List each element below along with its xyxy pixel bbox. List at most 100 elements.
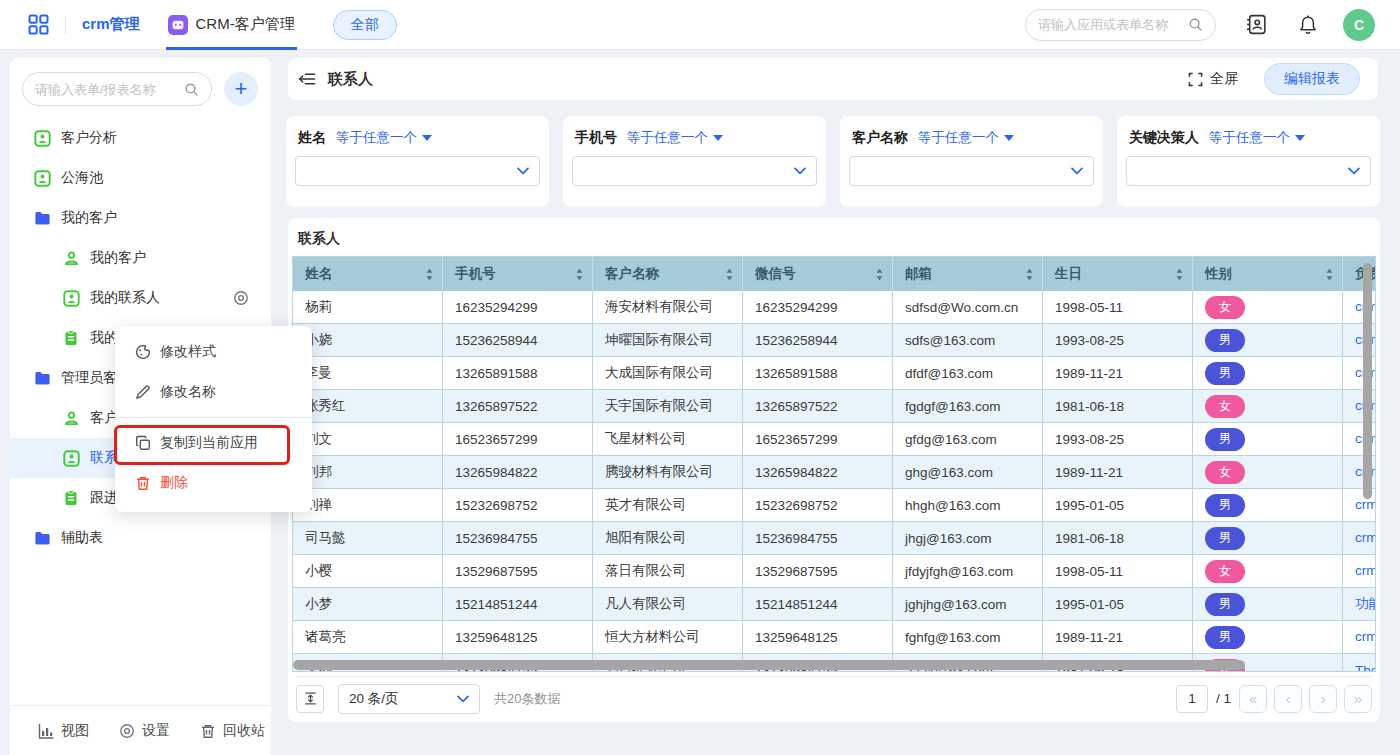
sidebar-item[interactable]: 我的客户: [10, 198, 271, 238]
add-form-button[interactable]: +: [224, 72, 258, 106]
prev-page-button[interactable]: ‹: [1274, 685, 1302, 713]
column-header[interactable]: 姓名: [293, 257, 443, 291]
folder-icon: [34, 370, 51, 387]
cell-owner[interactable]: crm管理员: [1343, 621, 1376, 653]
cell-wechat: 15232698752: [743, 489, 893, 521]
table-row[interactable]: 诸葛亮13259648125恒大方材料公司13259648125fghfg@16…: [293, 621, 1375, 654]
table-row[interactable]: 李曼13265891588大成国际有限公司13265891588dfdf@163…: [293, 357, 1375, 390]
cell-name: 诸葛亮: [293, 621, 443, 653]
cell-company: 旭阳有限公司: [593, 522, 743, 554]
column-header[interactable]: 生日: [1043, 257, 1193, 291]
column-header[interactable]: 微信号: [743, 257, 893, 291]
filter-value-select[interactable]: [295, 156, 540, 186]
sidebar-search-input[interactable]: [35, 82, 184, 97]
context-menu-item[interactable]: 删除: [115, 463, 312, 503]
filter-operator-dropdown[interactable]: 等于任意一个: [336, 129, 432, 147]
sidebar-footer-item[interactable]: 视图: [38, 722, 89, 740]
column-header[interactable]: 手机号: [443, 257, 593, 291]
filter-operator-dropdown[interactable]: 等于任意一个: [627, 129, 723, 147]
page-size-select[interactable]: 20 条/页: [338, 684, 480, 714]
fullscreen-button[interactable]: 全屏: [1188, 70, 1238, 88]
table-row[interactable]: 刘禅15232698752英才有限公司15232698752hhgh@163.c…: [293, 489, 1375, 522]
cell-owner[interactable]: crm管理员: [1343, 522, 1376, 554]
sort-icon[interactable]: [725, 268, 734, 281]
cell-wechat: 13265897522: [743, 390, 893, 422]
cell-email: jhgj@163.com: [893, 522, 1043, 554]
brand-link[interactable]: crm管理: [82, 15, 140, 34]
filter-value-select[interactable]: [572, 156, 817, 186]
filter-value-select[interactable]: [1126, 156, 1371, 186]
person-icon: [63, 250, 80, 267]
table-row[interactable]: 小梦15214851244凡人有限公司15214851244jghjhg@163…: [293, 588, 1375, 621]
page-number-input[interactable]: 1: [1176, 685, 1208, 713]
table-row[interactable]: 司马懿15236984755旭阳有限公司15236984755jhgj@163.…: [293, 522, 1375, 555]
item-settings-gear-icon[interactable]: [233, 290, 249, 306]
cell-email: jfdyjfgh@163.com: [893, 555, 1043, 587]
sidebar-search[interactable]: [22, 72, 212, 106]
column-header[interactable]: 客户名称: [593, 257, 743, 291]
table-row[interactable]: 刘文16523657299飞星材料公司16523657299gfdg@163.c…: [293, 423, 1375, 456]
cell-owner[interactable]: 功能测试: [1343, 588, 1376, 620]
collapse-sidebar-icon[interactable]: [298, 70, 316, 88]
sort-icon[interactable]: [1025, 268, 1034, 281]
vertical-scrollbar[interactable]: [1363, 263, 1372, 499]
total-count-label: 共20条数据: [494, 690, 560, 708]
cell-company: 天宇国际有限公司: [593, 390, 743, 422]
context-menu-item[interactable]: 修改样式: [115, 332, 312, 372]
sort-icon[interactable]: [875, 268, 884, 281]
annotation-highlight-box: [114, 425, 290, 465]
navbar-search-input[interactable]: [1038, 17, 1188, 32]
sidebar-footer-item[interactable]: 回收站: [200, 722, 265, 740]
table-row[interactable]: 小娆15236258944坤曜国际有限公司15236258944sdfs@163…: [293, 324, 1375, 357]
filter-value-select[interactable]: [849, 156, 1094, 186]
navbar-search[interactable]: [1025, 9, 1216, 41]
cell-gender: 男: [1193, 357, 1343, 389]
scope-all-button[interactable]: 全部: [333, 10, 397, 40]
next-page-button[interactable]: ›: [1309, 685, 1337, 713]
column-header-label: 邮箱: [905, 265, 932, 283]
sort-icon[interactable]: [1175, 268, 1184, 281]
horizontal-scrollbar[interactable]: [293, 660, 1245, 670]
context-menu-item[interactable]: 修改名称: [115, 372, 312, 412]
sidebar-item-label: 客户分析: [61, 129, 117, 147]
contacts-icon[interactable]: [1245, 13, 1268, 36]
cell-owner[interactable]: Thomas: [1343, 654, 1376, 672]
avatar[interactable]: C: [1343, 9, 1375, 41]
table-row[interactable]: 刘邦13265984822腾骏材料有限公司13265984822ghg@163.…: [293, 456, 1375, 489]
context-menu: 修改样式修改名称复制到当前应用删除: [115, 326, 312, 512]
gender-badge: 男: [1205, 527, 1245, 550]
app-launcher-icon[interactable]: [28, 14, 49, 35]
sort-icon[interactable]: [575, 268, 584, 281]
cell-owner[interactable]: crm管理员: [1343, 555, 1376, 587]
cell-phone: 15214851244: [443, 588, 593, 620]
sidebar-item[interactable]: 我的客户: [10, 238, 271, 278]
sidebar-item[interactable]: 公海池: [10, 158, 271, 198]
row-height-button[interactable]: [296, 685, 324, 713]
column-header[interactable]: 性别: [1193, 257, 1343, 291]
tab-crm-app[interactable]: CRM-客户管理: [166, 0, 297, 50]
cell-phone: 13265984822: [443, 456, 593, 488]
cell-email: fghfg@163.com: [893, 621, 1043, 653]
search-icon: [184, 82, 199, 97]
clipboard-icon: [63, 490, 80, 507]
cell-wechat: 13259648125: [743, 621, 893, 653]
sort-icon[interactable]: [425, 268, 434, 281]
sidebar-item[interactable]: 客户分析: [10, 118, 271, 158]
sidebar-item[interactable]: 辅助表: [10, 518, 271, 558]
table-row[interactable]: 杨莉16235294299海安材料有限公司16235294299sdfsd@Wo…: [293, 291, 1375, 324]
table-row[interactable]: 张秀红13265897522天宇国际有限公司13265897522fgdgf@1…: [293, 390, 1375, 423]
bell-icon[interactable]: [1297, 14, 1319, 36]
sort-icon[interactable]: [1325, 268, 1334, 281]
filter-operator-dropdown[interactable]: 等于任意一个: [918, 129, 1014, 147]
column-header[interactable]: 邮箱: [893, 257, 1043, 291]
table-row[interactable]: 小樱13529687595落日有限公司13529687595jfdyjfgh@1…: [293, 555, 1375, 588]
column-header-label: 客户名称: [605, 265, 659, 283]
sidebar-footer-item[interactable]: 设置: [119, 722, 170, 740]
last-page-button[interactable]: »: [1344, 685, 1372, 713]
sidebar-item[interactable]: 我的联系人: [10, 278, 271, 318]
first-page-button[interactable]: «: [1239, 685, 1267, 713]
filter-operator-label: 等于任意一个: [627, 129, 708, 147]
filter-operator-dropdown[interactable]: 等于任意一个: [1209, 129, 1305, 147]
edit-report-button[interactable]: 编辑报表: [1264, 63, 1360, 95]
cell-name: 小梦: [293, 588, 443, 620]
